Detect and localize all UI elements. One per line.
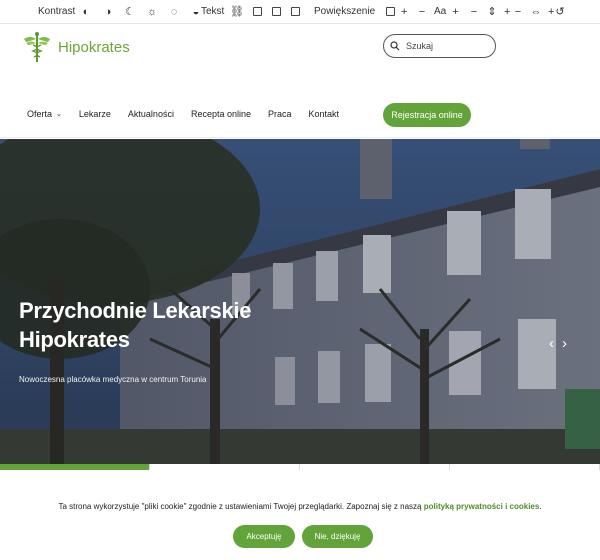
contrast-low-icon[interactable]: ◌ [168, 6, 180, 18]
link-highlight-icon[interactable]: ⛓ [230, 6, 244, 18]
nav-item-lekarze[interactable]: Lekarze [79, 109, 111, 119]
line-height-minus-icon[interactable]: − [468, 6, 480, 18]
line-height-icon: ⇕ [487, 6, 497, 18]
letter-spacing-icon: ⇔ [530, 5, 542, 18]
register-online-button[interactable]: Rejestracja online [383, 103, 471, 127]
accept-cookies-button[interactable]: Akceptuję [233, 525, 295, 548]
cookie-text: Ta strona wykorzystuje "pliki cookie" zg… [0, 502, 600, 511]
hero-banner: Przychodnie Lekarskie Hipokrates Nowocze… [0, 139, 600, 469]
brand-name: Hipokrates [58, 38, 130, 56]
feature-tab[interactable] [150, 464, 300, 470]
main-nav: Oferta ⌄ Lekarze Aktualności Recepta onl… [27, 109, 339, 119]
feature-tabs [0, 464, 600, 470]
sun-icon[interactable]: ☼ [146, 6, 158, 18]
cookie-text-main: Ta strona wykorzystuje "pliki cookie" zg… [58, 502, 424, 511]
moon-icon[interactable]: ☾ [124, 6, 136, 18]
zoom-minus-icon[interactable] [386, 7, 395, 16]
decline-cookies-button[interactable]: Nie, dziękuję [302, 525, 373, 548]
accessibility-toolbar: Kontrast ◐ ◑ ☾ ☼ ◌ ◒ Tekst ⛓ Powiększeni… [0, 0, 600, 24]
cookie-banner: Ta strona wykorzystuje "pliki cookie" zg… [0, 486, 600, 560]
zoom-plus-icon[interactable]: + [401, 6, 407, 18]
chevron-down-icon: ⌄ [56, 111, 62, 118]
search-box[interactable] [383, 34, 496, 58]
line-height-plus-icon[interactable]: + [504, 6, 510, 18]
feature-tab[interactable] [0, 464, 150, 470]
text-align-icon[interactable] [291, 7, 300, 16]
text-spacing-icon[interactable] [272, 7, 281, 16]
nav-item-recepta[interactable]: Recepta online [191, 109, 251, 119]
search-input[interactable] [406, 41, 486, 51]
font-size-label: Aa [434, 6, 447, 17]
hero-title: Przychodnie Lekarskie Hipokrates [19, 298, 252, 352]
contrast-dark-icon[interactable]: ◐ [80, 6, 92, 18]
privacy-policy-link[interactable]: polityką prywatności i cookies [424, 502, 540, 511]
nav-item-aktualnosci[interactable]: Aktualności [128, 109, 174, 119]
nav-item-praca[interactable]: Praca [268, 109, 292, 119]
feature-tab[interactable] [450, 464, 600, 470]
zoom-label: Powiększenie [314, 6, 376, 17]
feature-tab[interactable] [300, 464, 450, 470]
nav-item-label: Oferta [27, 109, 53, 119]
text-label: Tekst [201, 6, 225, 17]
site-logo[interactable]: Hipokrates [22, 31, 130, 63]
font-size-plus-icon[interactable]: + [452, 6, 458, 18]
slider-arrows: ‹ › [549, 335, 567, 352]
hero-subtitle: Nowoczesna placówka medyczna w centrum T… [19, 375, 207, 384]
site-header: Hipokrates Oferta ⌄ Lekarze Aktualności … [0, 24, 600, 138]
nav-item-kontakt[interactable]: Kontakt [309, 109, 340, 119]
readable-font-icon[interactable] [253, 7, 262, 16]
caduceus-icon [24, 32, 50, 62]
slider-prev-icon[interactable]: ‹ [549, 335, 554, 352]
slider-next-icon[interactable]: › [562, 335, 567, 352]
contrast-label: Kontrast [38, 6, 76, 17]
cookie-text-end: . [539, 502, 542, 511]
letter-spacing-minus-icon[interactable]: − [512, 6, 524, 18]
nav-item-oferta[interactable]: Oferta ⌄ [27, 109, 62, 119]
search-icon [390, 41, 400, 51]
reset-icon[interactable]: ↺ [554, 6, 566, 18]
contrast-invert-icon[interactable]: ◑ [102, 6, 114, 18]
font-size-minus-icon[interactable]: − [416, 6, 428, 18]
